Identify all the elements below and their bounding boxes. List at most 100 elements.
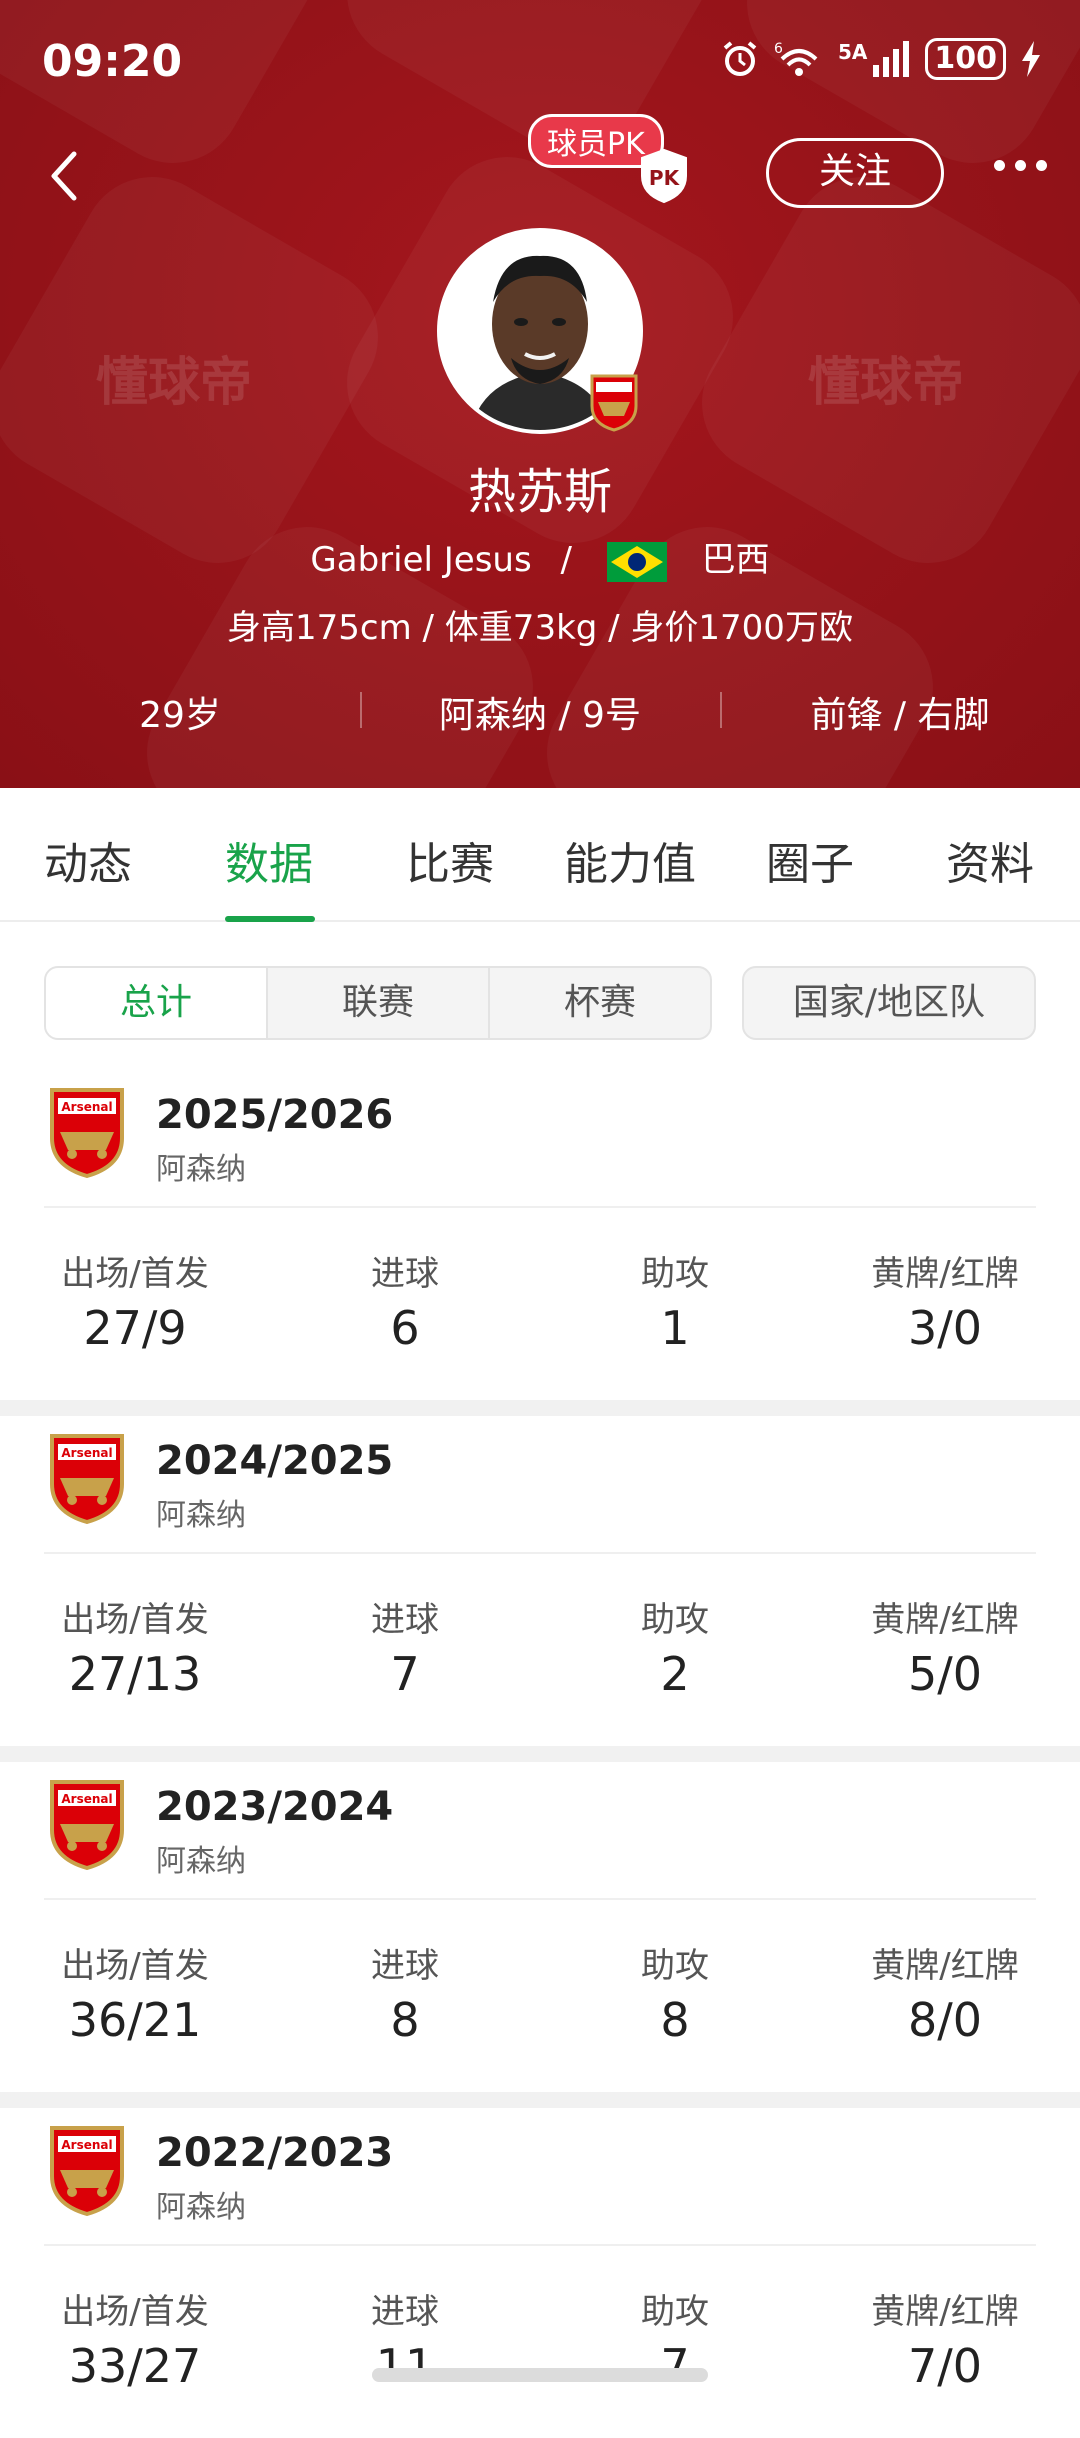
stat-label: 进球	[371, 1946, 439, 1986]
stat-label: 助攻	[641, 2292, 709, 2332]
stat-value: 7	[660, 2339, 690, 2393]
pk-shield-icon[interactable]: PK	[636, 146, 692, 206]
section-gap	[0, 1746, 1080, 1762]
divider	[44, 1898, 1036, 1900]
network-type: 5A	[837, 40, 868, 64]
stat-goals: 进球 6	[270, 1246, 540, 1355]
watermark-text: 懂球帝	[96, 353, 253, 413]
stat-label: 出场/首发	[61, 1254, 209, 1294]
stat-value: 3/0	[907, 1301, 983, 1355]
pk-shield-text: PK	[649, 166, 681, 190]
player-header: 懂球帝 懂球帝 09:20 6 5A 100 球员PK PK 关注 热苏斯 Ga…	[0, 0, 1080, 788]
nationality: 巴西	[701, 540, 770, 580]
scroll-indicator	[372, 2368, 708, 2382]
player-position-foot: 前锋 / 右脚	[810, 695, 990, 736]
season-year: 2022/2023	[156, 2130, 394, 2176]
divider	[44, 1552, 1036, 1554]
stat-label: 出场/首发	[61, 2292, 209, 2332]
stat-value: 27/13	[68, 1647, 202, 1701]
divider	[720, 692, 722, 728]
stat-label: 助攻	[641, 1600, 709, 1640]
status-icons: 6 5A 100	[720, 38, 1042, 80]
stat-apps: 出场/首发 33/27	[0, 2284, 270, 2393]
status-bar: 09:20 6 5A 100	[0, 0, 1080, 120]
stat-label: 出场/首发	[61, 1946, 209, 1986]
stat-goals: 进球 8	[270, 1938, 540, 2047]
divider	[44, 1206, 1036, 1208]
stat-assists: 助攻 8	[540, 1938, 810, 2047]
stat-value: 6	[390, 1301, 420, 1355]
arsenal-crest-icon: Arsenal	[50, 1088, 124, 1178]
stat-assists: 助攻 1	[540, 1246, 810, 1355]
stat-value: 36/21	[68, 1993, 202, 2047]
tab-circle[interactable]: 圈子	[766, 828, 854, 892]
stat-cards: 黄牌/红牌 3/0	[810, 1246, 1080, 1355]
stat-cards: 黄牌/红牌 5/0	[810, 1592, 1080, 1701]
filter-league[interactable]: 联赛	[268, 968, 490, 1038]
stat-value: 8	[390, 1993, 420, 2047]
arsenal-crest-icon: Arsenal	[50, 1780, 124, 1870]
crest-text: Arsenal	[61, 2138, 112, 2152]
season-year: 2025/2026	[156, 1092, 394, 1138]
battery-indicator: 100	[925, 38, 1006, 80]
season-club: 阿森纳	[156, 1498, 246, 1533]
physical-stats: 身高175cm / 体重73kg / 身价1700万欧	[227, 608, 853, 648]
stat-label: 助攻	[641, 1946, 709, 1986]
back-arrow-icon[interactable]	[44, 148, 88, 204]
section-gap	[0, 1400, 1080, 1416]
stat-value: 33/27	[68, 2339, 202, 2393]
tab-feed[interactable]: 动态	[44, 828, 132, 892]
signal-icon	[873, 41, 910, 77]
follow-button[interactable]: 关注	[766, 138, 944, 208]
stat-label: 出场/首发	[61, 1600, 209, 1640]
season-club: 阿森纳	[156, 1152, 246, 1187]
crest-text: Arsenal	[61, 1792, 112, 1806]
arsenal-crest-icon: Arsenal	[50, 2126, 124, 2216]
brazil-flag-icon	[606, 541, 667, 582]
crest-text: Arsenal	[61, 1100, 112, 1114]
tab-data[interactable]: 数据	[225, 828, 313, 892]
player-name: 热苏斯	[467, 464, 612, 520]
season-club: 阿森纳	[156, 2190, 246, 2225]
season-card[interactable]: Arsenal 2025/2026 阿森纳出场/首发 27/9 进球 6 助攻 1 黄牌/红牌 3…	[0, 1070, 1080, 1400]
filter-cup[interactable]: 杯赛	[490, 968, 710, 1038]
wifi-icon: 6	[774, 41, 818, 76]
stat-value: 27/9	[83, 1301, 187, 1355]
club-crest-icon	[590, 374, 638, 432]
stat-apps: 出场/首发 27/9	[0, 1246, 270, 1355]
player-info-row: 29岁 阿森纳 / 9号 前锋 / 右脚	[0, 686, 1080, 736]
tab-matches[interactable]: 比赛	[406, 828, 494, 892]
tab-bar: 动态 数据 比赛 能力值 圈子 资料	[0, 788, 1080, 922]
player-club-number[interactable]: 阿森纳 / 9号	[360, 686, 720, 736]
filter-national-team[interactable]: 国家/地区队	[742, 966, 1036, 1040]
player-origin: Gabriel Jesus / 巴西	[0, 532, 1080, 582]
arsenal-crest-icon: Arsenal	[50, 1434, 124, 1524]
section-gap	[0, 2092, 1080, 2108]
tab-profile[interactable]: 资料	[946, 828, 1034, 892]
season-club: 阿森纳	[156, 1844, 246, 1879]
tab-ability[interactable]: 能力值	[564, 828, 696, 892]
season-card[interactable]: Arsenal 2023/2024 阿森纳 出场/首发 36/21 进球 8 助攻 8 黄牌/红牌…	[0, 1762, 1080, 2092]
stat-assists: 助攻 2	[540, 1592, 810, 1701]
stat-value: 8/0	[907, 1993, 983, 2047]
divider	[44, 2244, 1036, 2246]
stat-apps: 出场/首发 36/21	[0, 1938, 270, 2047]
stat-label: 助攻	[641, 1254, 709, 1294]
stat-label: 黄牌/红牌	[871, 2292, 1019, 2332]
watermark-text: 懂球帝	[808, 353, 965, 413]
clock: 09:20	[42, 36, 183, 87]
divider	[360, 692, 362, 728]
season-card[interactable]: Arsenal 2022/2023 阿森纳 出场/首发 33/27 进球 11 助攻 7 黄牌/红…	[0, 2108, 1080, 2438]
stat-cards: 黄牌/红牌 8/0	[810, 1938, 1080, 2047]
stat-value: 5/0	[907, 1647, 983, 1701]
season-year: 2024/2025	[156, 1438, 394, 1484]
more-options-icon[interactable]	[994, 160, 1047, 171]
stat-value: 2	[660, 1647, 690, 1701]
filter-total[interactable]: 总计	[46, 968, 268, 1038]
season-card[interactable]: Arsenal 2024/2025 阿森纳 出场/首发 27/13 进球 7 助攻 2 黄牌/红牌…	[0, 1416, 1080, 1746]
competition-filter: 总计 联赛 杯赛	[44, 966, 712, 1040]
stat-value: 1	[660, 1301, 690, 1355]
stat-label: 进球	[371, 2292, 439, 2332]
stat-value: 7	[390, 1647, 420, 1701]
stat-apps: 出场/首发 27/13	[0, 1592, 270, 1701]
